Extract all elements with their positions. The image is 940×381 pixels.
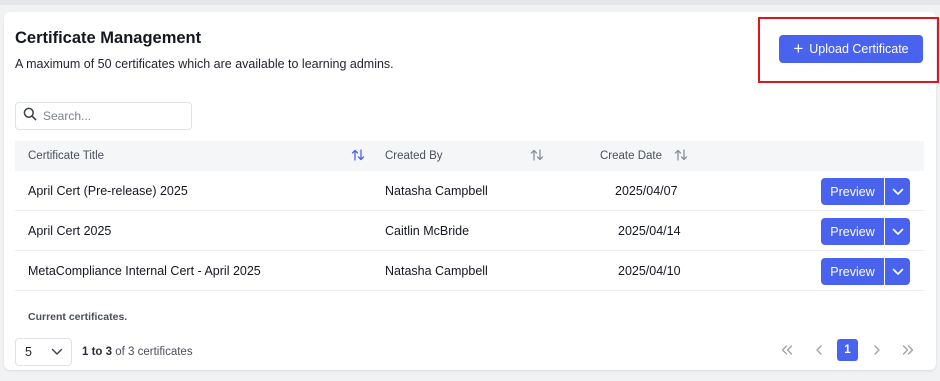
certificate-title-cell: MetaCompliance Internal Cert - April 202… (28, 264, 261, 278)
created-by-cell: Natasha Campbell (385, 184, 488, 198)
upload-certificate-label: Upload Certificate (809, 42, 909, 56)
created-by-cell: Natasha Campbell (385, 264, 488, 278)
top-divider (0, 0, 940, 5)
page-size-value: 5 (25, 345, 32, 359)
chevron-down-icon (892, 228, 903, 235)
certificate-management-panel: Certificate Management A maximum of 50 c… (4, 12, 939, 370)
search-icon (23, 107, 37, 126)
page-1-button[interactable]: 1 (837, 339, 858, 361)
last-page-icon[interactable] (899, 339, 917, 361)
sort-active-icon[interactable] (351, 149, 365, 164)
certificate-title-cell: April Cert (Pre-release) 2025 (28, 184, 188, 198)
table-row: April Cert (Pre-release) 2025 Natasha Ca… (15, 171, 924, 211)
created-by-cell: Caitlin McBride (385, 224, 470, 238)
chevron-down-icon (51, 348, 63, 355)
preview-button[interactable]: Preview (821, 258, 884, 285)
preview-dropdown-button[interactable] (885, 218, 910, 245)
create-date-cell: 2025/04/07 (615, 184, 678, 198)
page-title: Certificate Management (15, 29, 202, 47)
preview-dropdown-button[interactable] (885, 258, 910, 285)
column-header-created-by[interactable]: Created By (385, 150, 443, 162)
plus-icon: + (793, 38, 804, 58)
pagination-range: 1 to 3 (82, 346, 113, 358)
search-box (15, 102, 192, 130)
create-date-cell: 2025/04/14 (618, 224, 681, 238)
preview-split-button: Preview (821, 218, 910, 245)
page-subtitle: A maximum of 50 certificates which are a… (15, 57, 394, 71)
column-header-certificate-title[interactable]: Certificate Title (28, 150, 104, 162)
table-row: MetaCompliance Internal Cert - April 202… (15, 251, 924, 291)
chevron-down-icon (892, 188, 903, 195)
table-caption: Current certificates. (28, 311, 128, 323)
create-date-cell: 2025/04/10 (618, 264, 681, 278)
upload-certificate-button[interactable]: + Upload Certificate (779, 35, 923, 63)
pagination-summary: 1 to 3 of 3 certificates (82, 346, 193, 358)
chevron-down-icon (892, 268, 903, 275)
preview-button[interactable]: Preview (821, 178, 884, 205)
sort-icon[interactable] (530, 149, 544, 164)
pagination-total: of 3 certificates (112, 346, 193, 358)
page-size-select[interactable]: 5 (15, 338, 72, 366)
table-header: Certificate Title Created By Create Date (15, 141, 924, 171)
certificates-table: Certificate Title Created By Create Date (15, 141, 924, 291)
previous-page-icon[interactable] (812, 339, 826, 361)
preview-button[interactable]: Preview (821, 218, 884, 245)
sort-icon[interactable] (674, 149, 688, 164)
column-header-create-date[interactable]: Create Date (600, 150, 662, 162)
preview-split-button: Preview (821, 258, 910, 285)
next-page-icon[interactable] (870, 339, 884, 361)
search-input[interactable] (43, 109, 178, 123)
preview-split-button: Preview (821, 178, 910, 205)
preview-dropdown-button[interactable] (885, 178, 910, 205)
first-page-icon[interactable] (778, 339, 796, 361)
table-row: April Cert 2025 Caitlin McBride 2025/04/… (15, 211, 924, 251)
certificate-title-cell: April Cert 2025 (28, 224, 112, 238)
